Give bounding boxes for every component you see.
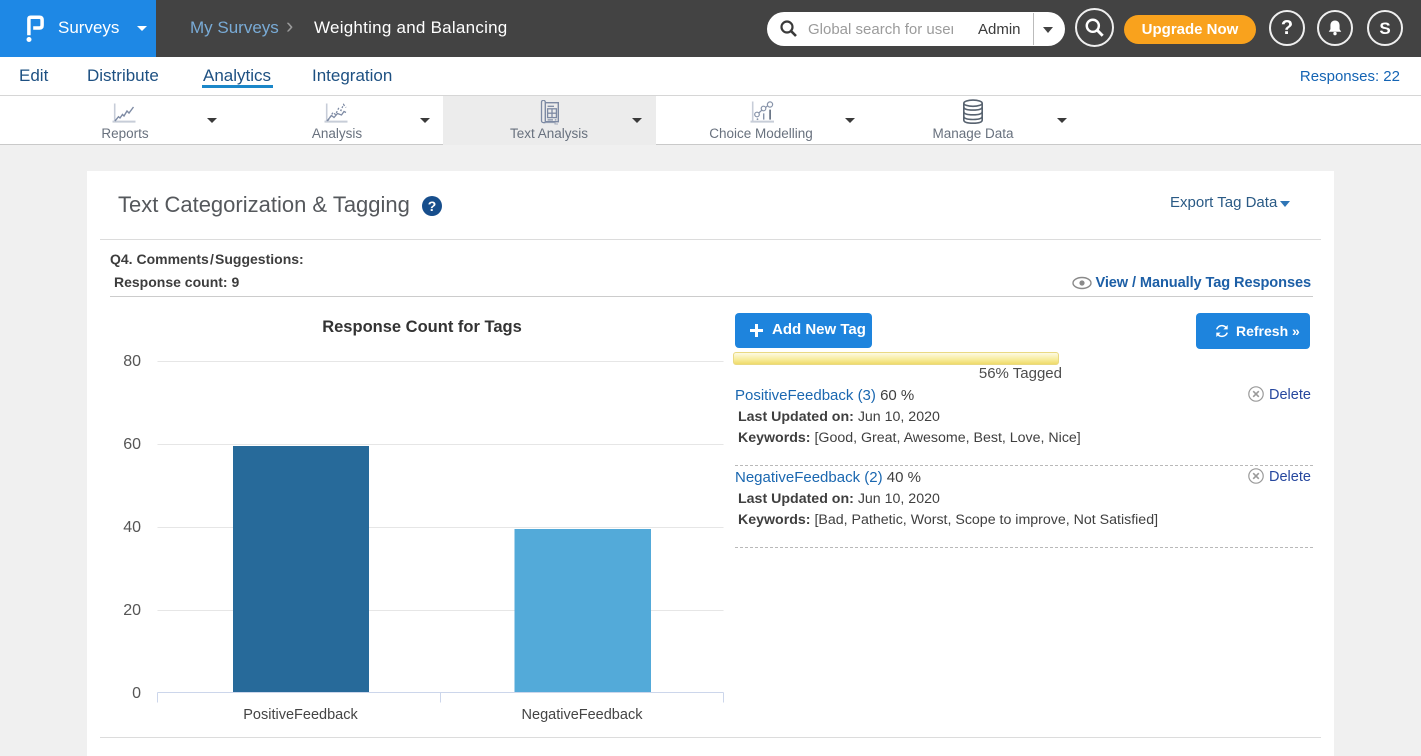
svg-text:NegativeFeedback: NegativeFeedback bbox=[522, 707, 644, 723]
svg-text:PositiveFeedback: PositiveFeedback bbox=[243, 707, 358, 723]
svg-text:0: 0 bbox=[132, 685, 141, 702]
svg-text:40: 40 bbox=[123, 519, 141, 536]
svg-text:80: 80 bbox=[123, 353, 141, 370]
svg-text:Response Count for Tags: Response Count for Tags bbox=[322, 318, 522, 336]
svg-text:60: 60 bbox=[123, 436, 141, 453]
svg-text:20: 20 bbox=[123, 602, 141, 619]
